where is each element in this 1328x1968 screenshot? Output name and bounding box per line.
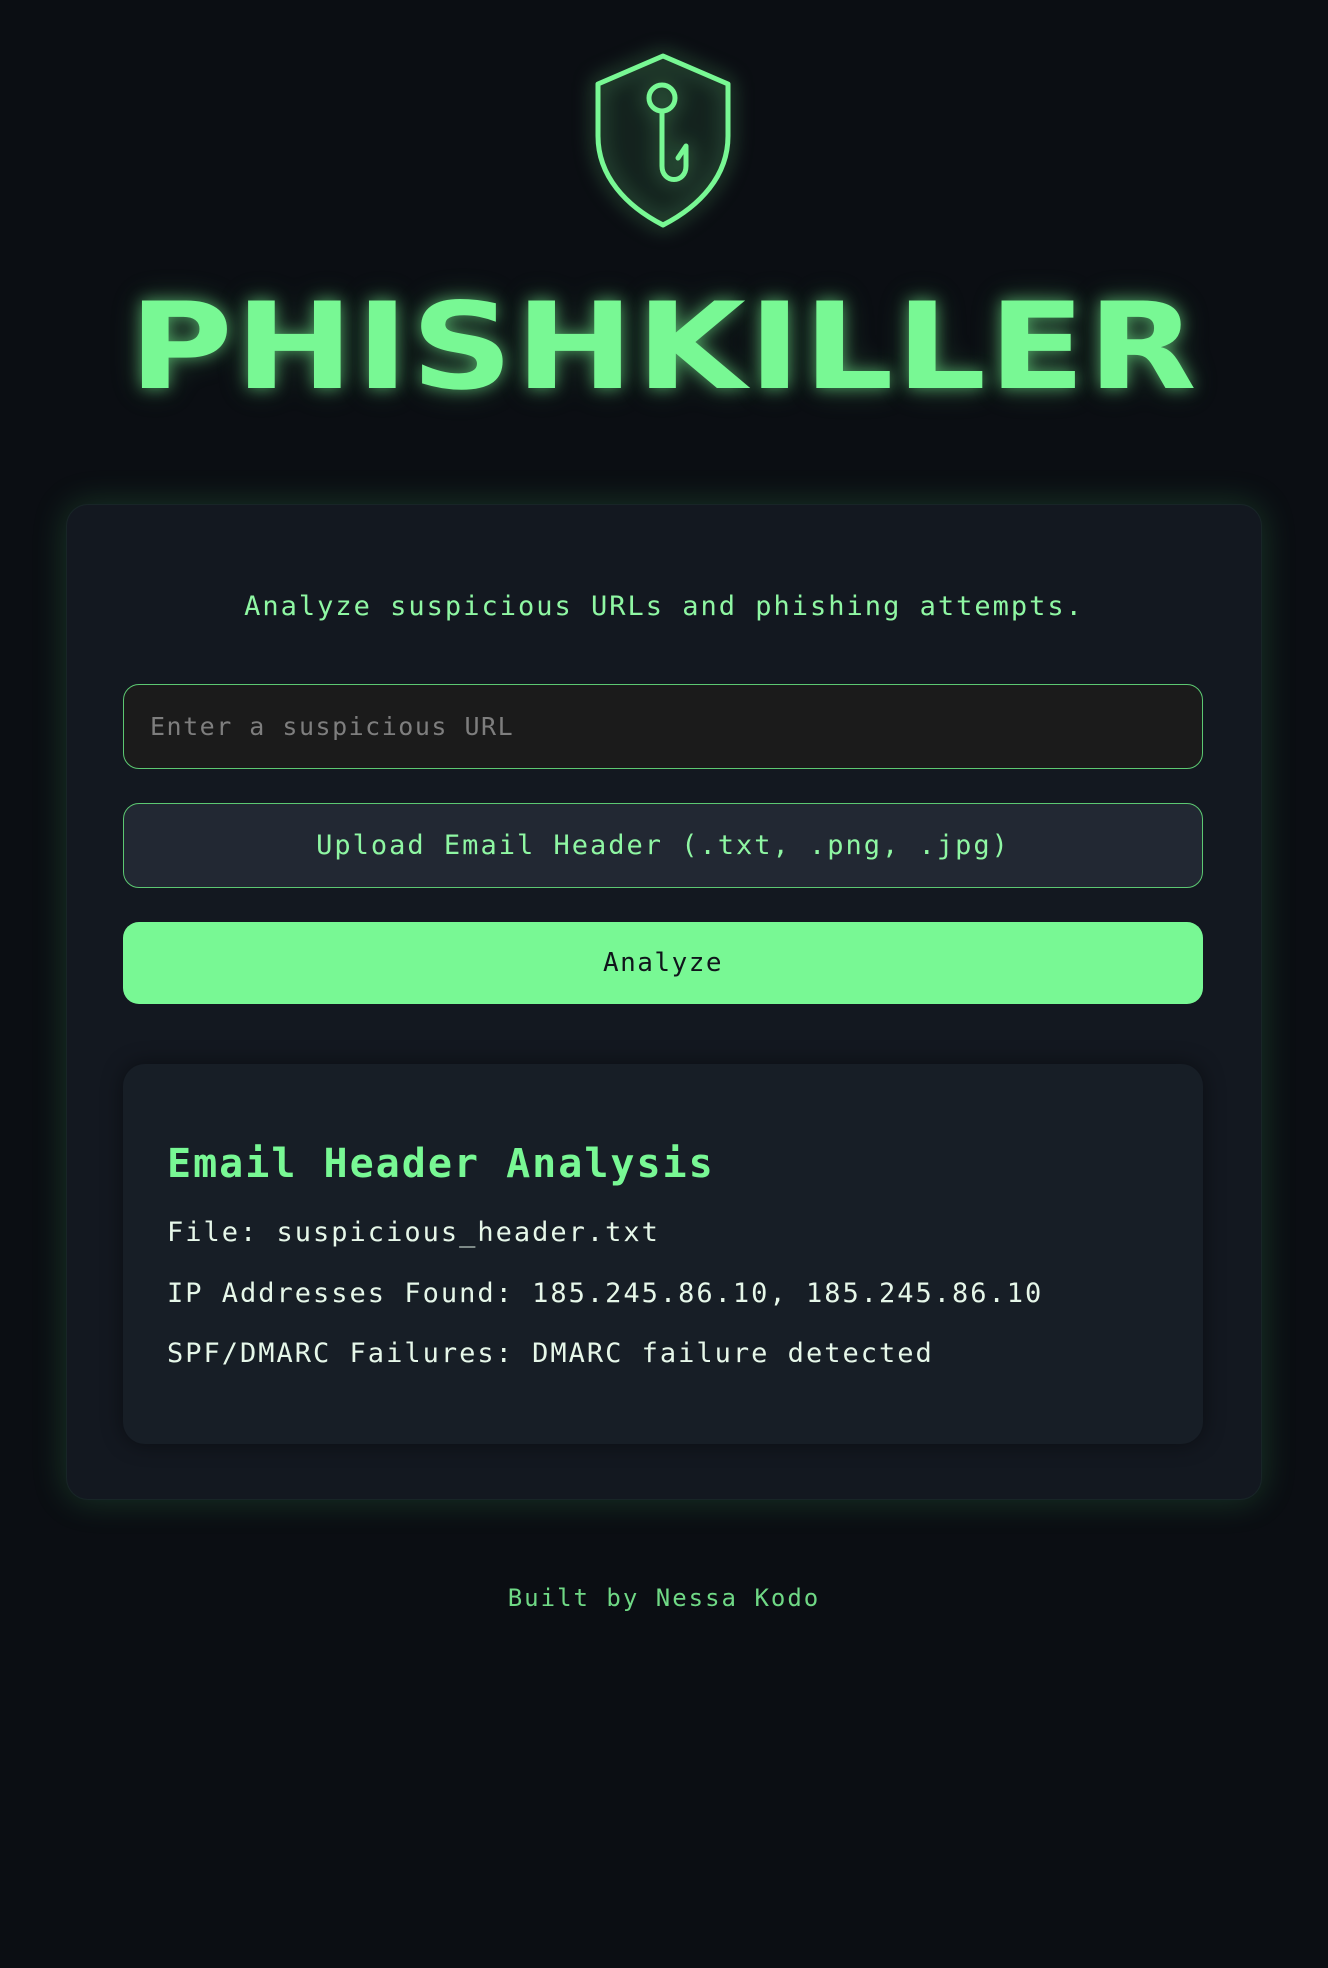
upload-button-label: Upload Email Header (.txt, .png, .jpg) (316, 830, 1010, 861)
upload-email-header-button[interactable]: Upload Email Header (.txt, .png, .jpg) (123, 803, 1203, 888)
result-ip-addresses: IP Addresses Found: 185.245.86.10, 185.2… (167, 1278, 1044, 1309)
result-spf-dmarc: SPF/DMARC Failures: DMARC failure detect… (167, 1338, 934, 1369)
footer-credit: Built by Nessa Kodo (507, 1584, 821, 1612)
analyzer-card: Analyze suspicious URLs and phishing att… (66, 504, 1262, 1500)
app-title: PHISHKILLER (128, 278, 1200, 417)
result-title: Email Header Analysis (167, 1141, 715, 1187)
result-file: File: suspicious_header.txt (167, 1217, 660, 1248)
shield-hook-icon (595, 53, 731, 228)
result-panel: Email Header Analysis File: suspicious_h… (123, 1064, 1203, 1444)
tagline: Analyze suspicious URLs and phishing att… (244, 591, 1084, 622)
analyze-button[interactable]: Analyze (123, 922, 1203, 1004)
url-input[interactable] (123, 684, 1203, 769)
